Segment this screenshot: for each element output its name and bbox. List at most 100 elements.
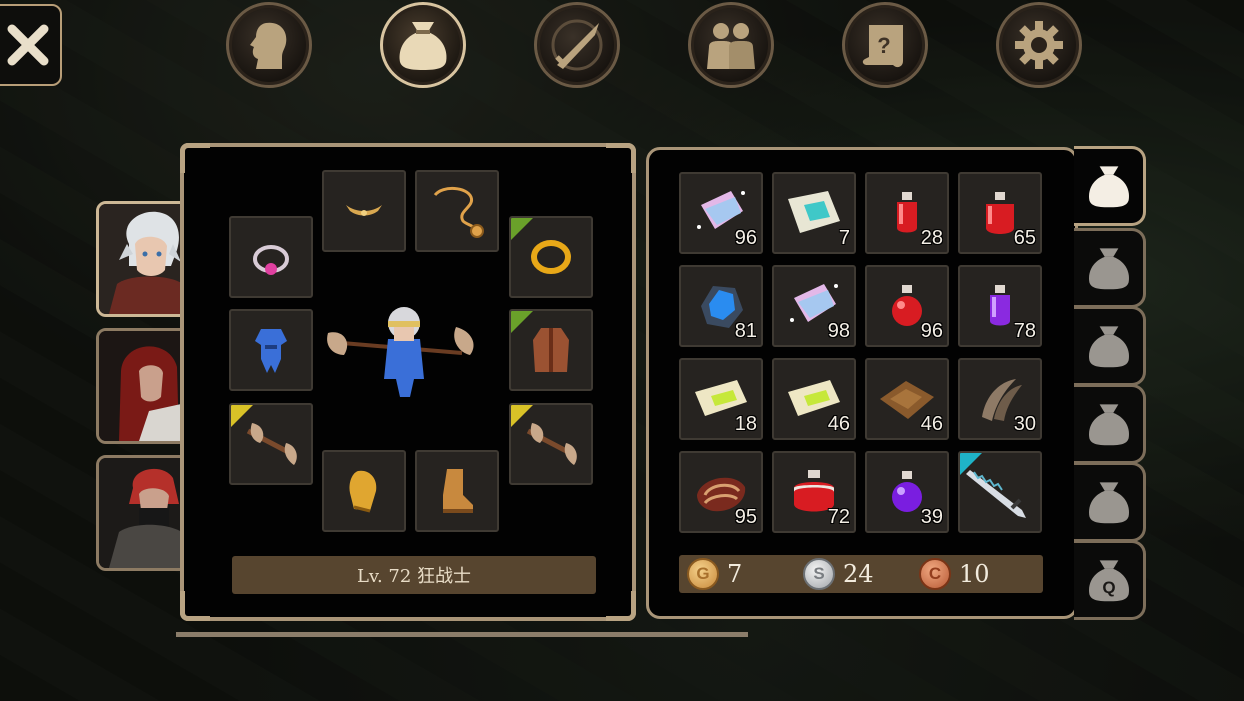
- close-icon: [7, 24, 49, 66]
- inventory-slot[interactable]: 46: [865, 358, 949, 440]
- equipment-panel: Lv. 72 狂战士: [180, 143, 636, 621]
- bag-tab-5[interactable]: [1074, 462, 1146, 542]
- bag-tab-quest[interactable]: Q: [1074, 540, 1146, 620]
- inventory-slot[interactable]: 28: [865, 172, 949, 254]
- menu-inventory-button[interactable]: [380, 2, 466, 88]
- gold-amount: 7: [727, 560, 743, 588]
- equip-slot-ring-left[interactable]: [229, 216, 313, 298]
- panel-corner: [606, 591, 636, 621]
- item-quantity: 98: [827, 320, 850, 342]
- item-quantity: 30: [1013, 413, 1036, 435]
- svg-text:?: ?: [877, 33, 890, 58]
- serrated-sword-icon: [966, 470, 1026, 518]
- axe-icon: [526, 423, 577, 465]
- crossed-sword-icon: [551, 19, 603, 71]
- inventory-slot[interactable]: 30: [958, 358, 1042, 440]
- glove-icon: [349, 470, 377, 513]
- item-quantity: 46: [920, 413, 943, 435]
- necklace-icon: [433, 187, 484, 238]
- item-quantity: 81: [734, 320, 757, 342]
- menu-skills-button[interactable]: [534, 2, 620, 88]
- item-quantity: 28: [920, 227, 943, 249]
- ring-icon: [253, 245, 289, 275]
- rarity-corner: [511, 405, 533, 427]
- inventory-slot[interactable]: 78: [958, 265, 1042, 347]
- bag-icon: [1088, 248, 1129, 290]
- inventory-slot[interactable]: 39: [865, 451, 949, 533]
- equip-slot-weapon-left[interactable]: [229, 403, 313, 485]
- boot-icon: [443, 469, 473, 513]
- item-quantity: 95: [734, 506, 757, 528]
- gear-icon: [1015, 21, 1063, 69]
- gold-coin-icon: G: [687, 558, 719, 590]
- equip-slot-boots[interactable]: [415, 450, 499, 532]
- item-quantity: 96: [734, 227, 757, 249]
- bag-icon: [1088, 482, 1129, 524]
- inventory-slot[interactable]: 96: [865, 265, 949, 347]
- equip-slot-weapon-right[interactable]: [509, 403, 593, 485]
- silver-amount: 24: [843, 560, 874, 588]
- axe-icon: [246, 423, 297, 465]
- item-quantity: 46: [827, 413, 850, 435]
- equip-slot-head[interactable]: [322, 170, 406, 252]
- equip-slot-ring-right[interactable]: [509, 216, 593, 298]
- item-quantity: 96: [920, 320, 943, 342]
- bag-icon: [1088, 404, 1129, 446]
- inventory-panel: 96 7 28 65 81 98 96 78 18 46 46 30 95 72…: [646, 147, 1078, 619]
- inventory-slot[interactable]: 65: [958, 172, 1042, 254]
- divider-line: [176, 632, 748, 637]
- menu-character-button[interactable]: [226, 2, 312, 88]
- panel-corner: [180, 591, 210, 621]
- silver-currency: S 24: [803, 558, 874, 590]
- gold-currency: G 7: [687, 558, 742, 590]
- currency-bar: G 7 S 24 C 10: [679, 555, 1043, 593]
- armor-icon: [255, 329, 287, 373]
- bag-icon: [1088, 326, 1129, 368]
- inventory-slot[interactable]: 96: [679, 172, 763, 254]
- quest-bag-icon: Q: [1088, 560, 1129, 602]
- scroll-icon: ?: [862, 25, 903, 68]
- bag-tab-1[interactable]: [1074, 146, 1146, 226]
- bag-icon: [399, 22, 447, 70]
- bag-tab-2[interactable]: [1074, 228, 1146, 308]
- circlet-icon: [346, 205, 382, 216]
- inventory-slot[interactable]: 7: [772, 172, 856, 254]
- item-quantity: 78: [1013, 320, 1036, 342]
- close-button[interactable]: [0, 4, 62, 86]
- inventory-slot[interactable]: 72: [772, 451, 856, 533]
- equip-slot-armor[interactable]: [229, 309, 313, 391]
- rarity-corner: [511, 311, 533, 333]
- inventory-slot[interactable]: [958, 451, 1042, 533]
- party-icon: [707, 23, 755, 69]
- item-quantity: 39: [920, 506, 943, 528]
- item-quantity: 72: [827, 506, 850, 528]
- bag-tab-3[interactable]: [1074, 306, 1146, 386]
- item-quantity: 18: [734, 413, 757, 435]
- silver-coin-icon: S: [803, 558, 835, 590]
- rarity-corner: [511, 218, 533, 240]
- equip-slot-necklace[interactable]: [415, 170, 499, 252]
- character-level-class: Lv. 72 狂战士: [232, 556, 596, 594]
- inventory-slot[interactable]: 95: [679, 451, 763, 533]
- head-icon: [250, 22, 287, 69]
- copper-currency: C 10: [919, 558, 990, 590]
- teal-scroll-icon: [788, 191, 840, 233]
- menu-party-button[interactable]: [688, 2, 774, 88]
- equip-slot-cloak[interactable]: [509, 309, 593, 391]
- inventory-slot[interactable]: 98: [772, 265, 856, 347]
- menu-quests-button[interactable]: ?: [842, 2, 928, 88]
- item-quantity: 7: [838, 227, 850, 249]
- equip-slot-gloves[interactable]: [322, 450, 406, 532]
- inventory-slot[interactable]: 18: [679, 358, 763, 440]
- inventory-slot[interactable]: 81: [679, 265, 763, 347]
- copper-coin-icon: C: [919, 558, 951, 590]
- bag-icon: [1088, 166, 1129, 208]
- inventory-slot[interactable]: 46: [772, 358, 856, 440]
- character-sprite: [327, 307, 474, 397]
- panel-corner: [180, 143, 210, 173]
- menu-settings-button[interactable]: [996, 2, 1082, 88]
- bag-tab-4[interactable]: [1074, 384, 1146, 464]
- panel-corner: [606, 143, 636, 173]
- rarity-corner: [231, 405, 253, 427]
- svg-text:Q: Q: [1102, 578, 1115, 597]
